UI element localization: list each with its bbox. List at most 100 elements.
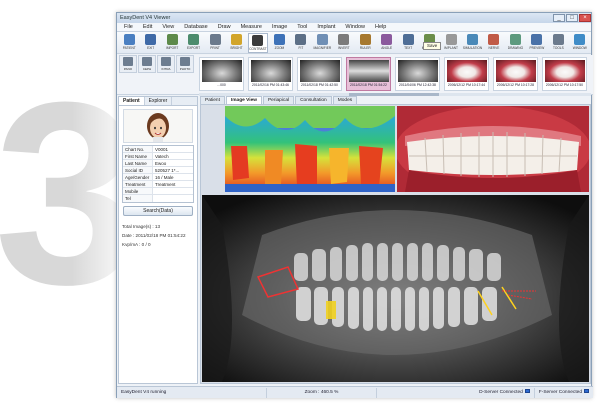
field-label: Age/Gender: [123, 174, 153, 180]
toolbar-label: FIT: [298, 45, 304, 50]
menu-file[interactable]: File: [119, 24, 138, 30]
export-button[interactable]: EXPORT: [183, 33, 203, 53]
menu-image[interactable]: Image: [267, 24, 292, 30]
field-value[interactable]: [153, 188, 193, 194]
tab-modes[interactable]: Modes: [332, 96, 358, 104]
total-images: Total Image(s) : 13: [122, 224, 161, 229]
menu-tool[interactable]: Tool: [292, 24, 312, 30]
photo-mode-button[interactable]: PHOTO: [176, 55, 194, 73]
patient-avatar: [123, 109, 193, 143]
tab-image-view[interactable]: Image View: [225, 96, 262, 104]
title-bar: EasyDent V4 Viewer _ □ ×: [117, 13, 591, 23]
heatmap-image[interactable]: [225, 106, 395, 192]
close-button[interactable]: ×: [579, 14, 591, 22]
tab-patient[interactable]: Patient: [200, 96, 225, 104]
thumbnail[interactable]: 2011/02/16 PM 01:43:46: [248, 57, 293, 91]
print-button[interactable]: PRINT: [205, 33, 225, 53]
implant-icon: [445, 33, 457, 45]
drawing-button[interactable]: DRAWING: [505, 33, 525, 53]
invert-button[interactable]: INVERT: [334, 33, 354, 53]
menu-help[interactable]: Help: [370, 24, 391, 30]
contrast-button[interactable]: CONTRAST: [247, 32, 269, 53]
simulation-button[interactable]: SIMULATION: [462, 33, 482, 53]
thumbnail[interactable]: 2011/04/06 PM 12:42:38: [395, 57, 440, 91]
magnifier-button[interactable]: MAGNIFIER: [312, 33, 332, 53]
table-row: Last Name Ewoo: [123, 160, 193, 167]
image-date: Date : 2011/02/18 PM 01:54:22: [122, 233, 186, 238]
pano-mode-button[interactable]: PANO: [119, 55, 137, 73]
tab-consultation[interactable]: Consultation: [295, 96, 332, 104]
tooltip: Save: [423, 42, 442, 50]
implant-button[interactable]: IMPLANT: [441, 33, 461, 53]
menu-window[interactable]: Window: [340, 24, 370, 30]
menu-edit[interactable]: Edit: [138, 24, 157, 30]
toolbar-label: SIMULATION: [462, 45, 483, 50]
window-button[interactable]: WINDOW: [570, 33, 590, 53]
search-data-button[interactable]: Search(Data): [123, 206, 193, 216]
tab-patient[interactable]: Patient: [119, 97, 145, 105]
toolbar-label: PREVIEW: [529, 45, 545, 50]
thumbnail-image: [299, 60, 340, 82]
exit-button[interactable]: EXIT: [140, 33, 160, 53]
bright-button[interactable]: BRIGHT: [226, 33, 246, 53]
thumbnail-caption: 2006/12/12 PM 10:17:28: [496, 83, 535, 87]
thumbnail-caption: 2006/12/12 PM 10:17:44: [447, 83, 486, 87]
field-value[interactable]: Ewoo: [153, 160, 193, 166]
menu-database[interactable]: Database: [179, 24, 213, 30]
field-value[interactable]: V0001: [153, 146, 193, 152]
field-value[interactable]: Treatment: [153, 181, 193, 187]
text-button[interactable]: TEXT: [398, 33, 418, 53]
simulation-icon: [467, 33, 479, 45]
field-value[interactable]: 16 / Male: [153, 174, 193, 180]
thumbnail-image: [348, 60, 389, 82]
zoom-button[interactable]: ZOOM: [269, 33, 289, 53]
toolbar-label: TEXT: [404, 45, 413, 50]
field-value[interactable]: 520527 1*...: [153, 167, 193, 173]
import-button[interactable]: IMPORT: [162, 33, 182, 53]
menu-draw[interactable]: Draw: [213, 24, 236, 30]
tab-explorer[interactable]: Explorer: [145, 97, 173, 105]
fit-button[interactable]: FIT: [291, 33, 311, 53]
maximize-button[interactable]: □: [566, 14, 578, 22]
intra-mode-button[interactable]: INTRA: [157, 55, 175, 73]
field-value[interactable]: Vatech: [153, 153, 193, 159]
thumbnail[interactable]: 2011/02/18 PM 01:54:22: [346, 57, 391, 91]
preview-button[interactable]: PREVIEW: [527, 33, 547, 53]
toolbar-label: INVERT: [337, 45, 350, 50]
intraoral-photo[interactable]: [397, 106, 589, 192]
toolbar-label: CONTRAST: [249, 46, 267, 51]
mode-label: INTRA: [161, 67, 171, 71]
angle-button[interactable]: ANGLE: [376, 33, 396, 53]
menu-measure[interactable]: Measure: [236, 24, 267, 30]
ruler-button[interactable]: RULER: [355, 33, 375, 53]
photo-icon: [180, 57, 190, 66]
fserver-connected-icon: [584, 389, 589, 394]
tab-periapical[interactable]: Periapical: [262, 96, 295, 104]
patient-panel: Patient Explorer Chart No. V0001 First Nam…: [118, 96, 198, 384]
thumbnail[interactable]: ...000: [199, 57, 244, 91]
toolbar-label: ZOOM: [274, 45, 285, 50]
nerve-button[interactable]: NERVE: [484, 33, 504, 53]
toolbar-label: RULER: [359, 45, 371, 50]
table-row: First Name Vatech: [123, 153, 193, 160]
fserver-status: F-Server Connected: [535, 388, 593, 398]
patient-button[interactable]: PATIENT: [119, 33, 139, 53]
zoom-status: Zoom : 460.5 %: [267, 387, 377, 398]
menu-implant[interactable]: Implant: [312, 24, 340, 30]
thumbnail[interactable]: 2006/12/12 PM 10:17:28: [493, 57, 538, 91]
ceph-mode-button[interactable]: CEPH: [138, 55, 156, 73]
invert-icon: [338, 33, 350, 45]
toolbar-label: PRINT: [210, 45, 220, 50]
field-value[interactable]: [153, 195, 193, 202]
minimize-button[interactable]: _: [553, 14, 565, 22]
menu-view[interactable]: View: [157, 24, 179, 30]
panoramic-xray[interactable]: [202, 195, 589, 382]
secondary-toolbar: PANO CEPH INTRA PHOTO: [119, 55, 195, 73]
thumbnail[interactable]: 2006/12/12 PM 10:17:44: [444, 57, 489, 91]
field-label: Tel: [123, 195, 153, 202]
fit-icon: [295, 33, 307, 45]
patient-icon: [123, 33, 135, 45]
tools-button[interactable]: TOOLS: [548, 33, 568, 53]
thumbnail[interactable]: 2006/12/12 PM 10:17:50: [542, 57, 587, 91]
thumbnail[interactable]: 2011/02/18 PM 01:42:50: [297, 57, 342, 91]
